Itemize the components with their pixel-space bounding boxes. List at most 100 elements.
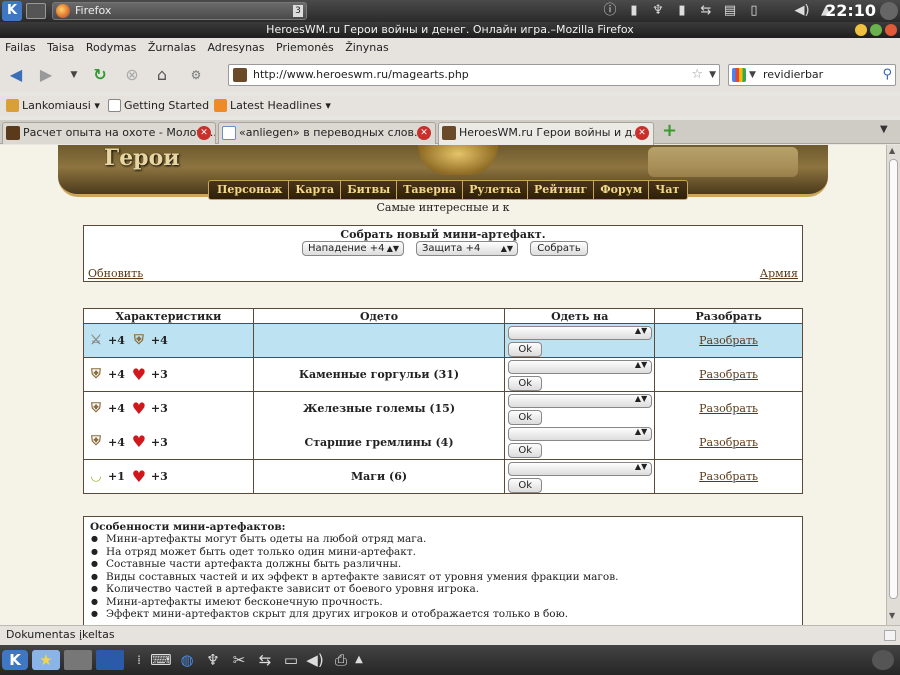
nav-forum[interactable]: Форум (594, 181, 650, 199)
show-desktop-icon[interactable] (26, 3, 46, 19)
heart-icon: ♥ (131, 364, 147, 384)
browser-globe-icon[interactable]: ◍ (176, 650, 198, 670)
disassemble-link[interactable]: Разобрать (699, 436, 758, 449)
menu-help[interactable]: Žinynas (345, 38, 389, 58)
defense-select[interactable]: Защита +4 ▲▼ (416, 241, 518, 256)
search-engine-dropdown-icon[interactable]: ▼ (749, 65, 756, 85)
back-arrow-icon[interactable]: ◀ (6, 66, 26, 84)
table-row: ⛨ +4 ♥ +3 Каменные горгульи (31) ▲▼ Ok Разоб… (83, 357, 803, 392)
info-icon[interactable]: ⓘ (600, 2, 620, 20)
equip-select[interactable]: ▲▼ (508, 427, 653, 442)
nav-battles[interactable]: Битвы (341, 181, 398, 199)
maximize-icon[interactable] (870, 24, 882, 36)
equip-select[interactable]: ▲▼ (508, 359, 653, 374)
volume-icon[interactable]: ◀) (304, 650, 326, 670)
banner-crest-icon (418, 145, 498, 175)
url-dropdown-icon[interactable]: ▼ (709, 65, 716, 85)
tab-heroeswm[interactable]: HeroesWM.ru Герои войны и д... ✕ (438, 122, 654, 145)
clock[interactable]: 22:10 (825, 1, 876, 21)
kde-launcher-icon[interactable]: K (2, 650, 28, 670)
scroll-up-icon[interactable]: ▲ (889, 146, 895, 155)
close-tab-icon[interactable]: ✕ (417, 126, 431, 140)
monitor-icon[interactable]: ▭ (280, 650, 302, 670)
ok-button[interactable]: Ok (508, 409, 543, 425)
menu-view[interactable]: Rodymas (86, 38, 137, 58)
bookmark-most-visited[interactable]: Lankomiausi ▾ (4, 96, 100, 116)
equip-select[interactable]: ▲▼ (508, 393, 653, 408)
window-titlebar[interactable]: HeroesWM.ru Герои войны и денег. Онлайн … (0, 22, 900, 38)
forward-arrow-icon[interactable]: ▶ (36, 66, 56, 84)
panel-cashew-icon[interactable] (872, 650, 894, 670)
notes-icon[interactable]: ▤ (720, 2, 740, 20)
page-scrollbar[interactable]: ▲ ▼ (886, 145, 900, 625)
bookmark-star-icon[interactable]: ☆ (691, 65, 703, 85)
usb-icon[interactable]: ⇆ (254, 650, 276, 670)
ok-button[interactable]: Ok (508, 443, 543, 459)
volume-icon[interactable]: ◀) (792, 2, 812, 20)
nav-map[interactable]: Карта (289, 181, 342, 199)
taskbar-firefox[interactable]: Firefox 3 (52, 2, 307, 20)
resize-grip-icon[interactable] (884, 630, 896, 641)
disassemble-link[interactable]: Разобрать (699, 368, 758, 381)
refresh-link[interactable]: Обновить (88, 267, 143, 280)
menu-history[interactable]: Žurnalas (148, 38, 196, 58)
expand-tray-icon[interactable]: ▲ (352, 650, 366, 670)
nav-chat[interactable]: Чат (649, 181, 685, 199)
scissors-icon[interactable]: ✂ (228, 650, 250, 670)
task-count-badge: 3 (293, 5, 303, 17)
workspace-icon[interactable] (96, 650, 124, 670)
desktop-icon[interactable] (64, 650, 92, 670)
bookmark-getting-started[interactable]: Getting Started (106, 96, 209, 116)
battery-icon[interactable]: ▯ (744, 2, 764, 20)
nav-rating[interactable]: Рейтинг (528, 181, 595, 199)
nav-roulette[interactable]: Рулетка (463, 181, 529, 199)
shield-icon: ⛨ (91, 400, 101, 416)
ok-button[interactable]: Ok (508, 477, 543, 493)
menu-bookmarks[interactable]: Adresynas (207, 38, 264, 58)
usb-icon[interactable]: ⇆ (696, 2, 716, 20)
bookmark-latest-headlines[interactable]: Latest Headlines ▾ (212, 96, 331, 116)
extension-icon[interactable]: ⚙ (186, 66, 206, 84)
keyboard-icon[interactable]: ⌨ (150, 650, 172, 670)
printer-icon[interactable]: ⎙ (330, 650, 352, 670)
menu-file[interactable]: Failas (5, 38, 36, 58)
tab-dictionary[interactable]: «anliegen» в переводных слов... ✕ (218, 122, 436, 144)
disassemble-link[interactable]: Разобрать (699, 334, 758, 347)
ok-button[interactable]: Ok (508, 375, 543, 391)
scroll-down-icon[interactable]: ▼ (889, 611, 895, 620)
game-logo[interactable]: Герои (98, 145, 238, 177)
ok-button[interactable]: Ok (508, 341, 543, 357)
disassemble-link[interactable]: Разобрать (699, 402, 758, 415)
reload-icon[interactable]: ↻ (90, 66, 110, 84)
search-icon[interactable]: ⚲ (882, 65, 892, 85)
google-icon[interactable] (732, 68, 746, 82)
list-all-tabs-icon[interactable]: ▼ (880, 124, 888, 135)
menu-edit[interactable]: Taisa (47, 38, 74, 58)
nav-character[interactable]: Персонаж (211, 181, 290, 199)
new-tab-icon[interactable]: + (662, 122, 677, 140)
army-link[interactable]: Армия (760, 267, 798, 280)
url-bar[interactable]: http://www.heroeswm.ru/magearts.php ☆ ▼ (228, 64, 720, 86)
klipper-icon[interactable]: ♆ (648, 2, 668, 20)
minimize-icon[interactable] (855, 24, 867, 36)
close-window-icon[interactable] (885, 24, 897, 36)
disassemble-link[interactable]: Разобрать (699, 470, 758, 483)
klipper-icon[interactable]: ♆ (202, 650, 224, 670)
history-dropdown-icon[interactable]: ▼ (64, 66, 84, 84)
menu-tools[interactable]: Priemonės (276, 38, 334, 58)
home-icon[interactable]: ⌂ (152, 66, 172, 84)
nav-tavern[interactable]: Таверна (397, 181, 464, 199)
stop-icon[interactable]: ⊗ (122, 66, 142, 84)
tab-hunting-calc[interactable]: Расчет опыта на охоте - Молот ... ✕ (2, 122, 216, 144)
kde-menu-icon[interactable]: K (2, 1, 22, 21)
favorites-icon[interactable]: ★ (32, 650, 60, 670)
close-tab-icon[interactable]: ✕ (197, 126, 211, 140)
equip-select[interactable]: ▲▼ (508, 325, 653, 340)
collect-button[interactable]: Собрать (530, 241, 588, 256)
search-input[interactable]: ▼ revidierbar ⚲ (728, 64, 896, 86)
equip-select[interactable]: ▲▼ (508, 461, 653, 476)
close-tab-icon[interactable]: ✕ (635, 126, 649, 140)
panel-cashew-icon[interactable] (880, 2, 898, 20)
scrollbar-thumb[interactable] (889, 159, 898, 599)
attack-select[interactable]: Нападение +4 ▲▼ (302, 241, 404, 256)
